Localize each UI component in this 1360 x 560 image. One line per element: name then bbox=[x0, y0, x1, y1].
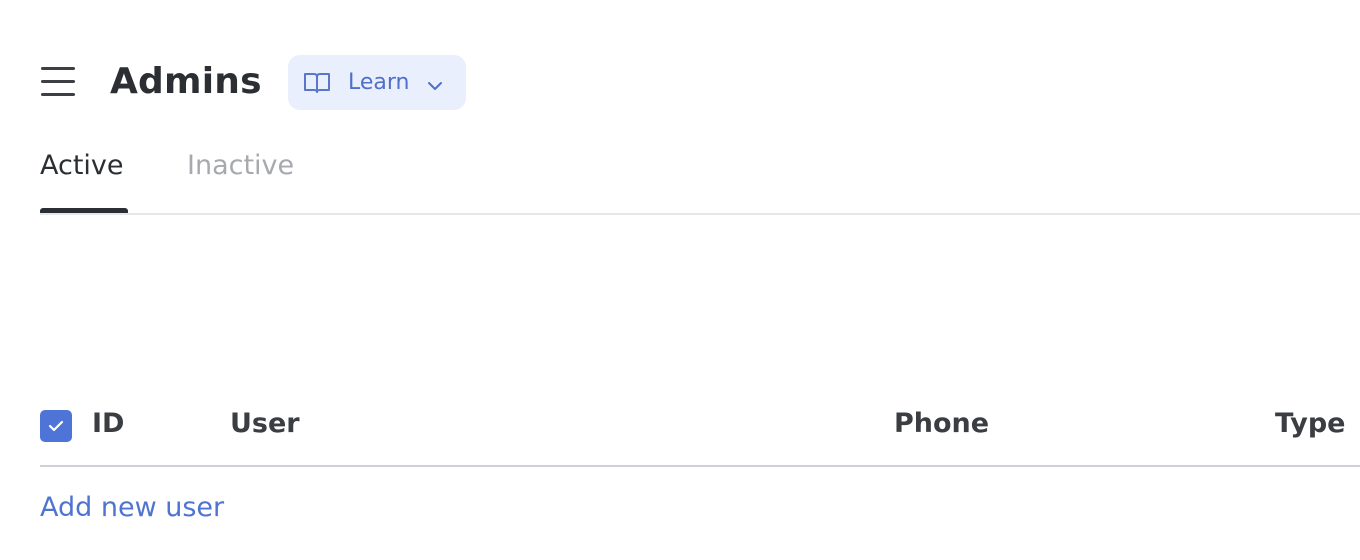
add-new-user-link[interactable]: Add new user bbox=[40, 488, 224, 528]
menu-line bbox=[41, 80, 75, 83]
column-header-phone[interactable]: Phone bbox=[894, 404, 989, 444]
column-header-type[interactable]: Type bbox=[1275, 404, 1345, 444]
book-icon bbox=[303, 71, 331, 95]
tab-inactive[interactable]: Inactive bbox=[187, 146, 294, 186]
chevron-down-icon bbox=[426, 77, 444, 90]
menu-line bbox=[41, 93, 75, 96]
tabs-divider bbox=[40, 213, 1360, 215]
table-header-divider bbox=[40, 465, 1360, 467]
column-header-id[interactable]: ID bbox=[92, 404, 124, 444]
learn-button-label: Learn bbox=[348, 70, 410, 95]
column-header-user[interactable]: User bbox=[230, 404, 300, 444]
hamburger-menu-icon[interactable] bbox=[40, 66, 76, 100]
tab-active[interactable]: Active bbox=[40, 146, 124, 186]
page-title: Admins bbox=[110, 61, 262, 102]
menu-line bbox=[41, 67, 75, 70]
learn-dropdown-button[interactable]: Learn bbox=[288, 55, 466, 110]
select-all-checkbox[interactable] bbox=[40, 410, 72, 442]
admins-page: Admins Learn Active Inactive ID User Pho… bbox=[0, 0, 1360, 560]
checkmark-icon bbox=[48, 420, 64, 432]
